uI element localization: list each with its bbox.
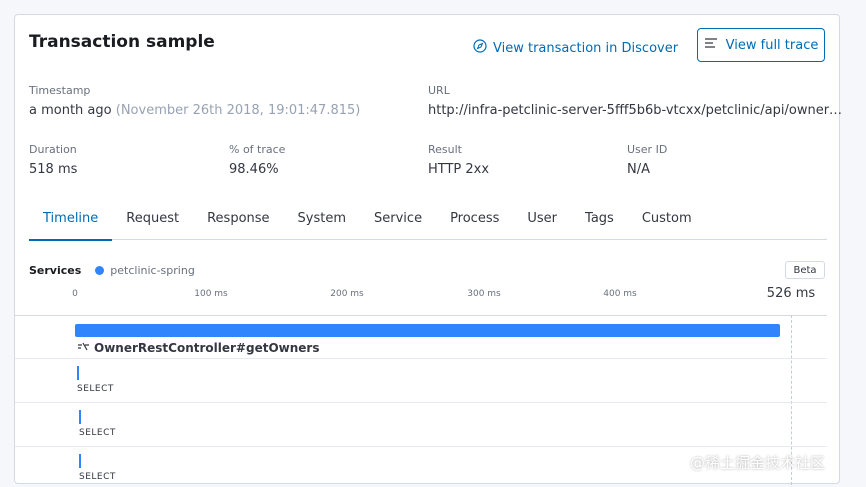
user-id-field: User ID N/A bbox=[627, 143, 667, 177]
result-field: Result HTTP 2xx bbox=[428, 143, 489, 177]
result-value: HTTP 2xx bbox=[428, 162, 490, 177]
pct-of-trace-field: % of trace 98.46% bbox=[229, 143, 285, 177]
span-name-select-3: SELECT bbox=[79, 472, 116, 482]
beta-badge: Beta bbox=[785, 261, 825, 279]
detail-tabs: Timeline Request Response System Service… bbox=[29, 203, 827, 241]
pct-of-trace-value: 98.46% bbox=[229, 162, 279, 177]
axis-tick: 400 ms bbox=[603, 289, 637, 299]
axis-tick: 200 ms bbox=[330, 289, 364, 299]
url-value: http://infra-petclinic-server-5fff5b6b-v… bbox=[428, 103, 843, 118]
pct-of-trace-label: % of trace bbox=[229, 143, 286, 156]
duration-field: Duration 518 ms bbox=[29, 143, 77, 177]
span-name-select-2: SELECT bbox=[79, 428, 116, 438]
span-service-icon bbox=[77, 341, 90, 355]
services-legend: Services petclinic-spring bbox=[29, 264, 195, 277]
timestamp-relative: a month ago bbox=[29, 103, 112, 118]
list-icon bbox=[704, 37, 718, 53]
span-bar-select-1[interactable] bbox=[77, 366, 79, 380]
timestamp-label: Timestamp bbox=[29, 84, 91, 97]
tab-response[interactable]: Response bbox=[193, 203, 283, 239]
view-full-trace-button[interactable]: View full trace bbox=[697, 28, 825, 62]
axis-tick: 100 ms bbox=[194, 289, 228, 299]
services-label: Services bbox=[29, 264, 82, 277]
timeline-row-select-1[interactable]: SELECT bbox=[15, 359, 827, 403]
timestamp-value-line: a month ago (November 26th 2018, 19:01:4… bbox=[29, 103, 360, 118]
span-bar-select-2[interactable] bbox=[79, 410, 81, 424]
tab-tags[interactable]: Tags bbox=[571, 203, 628, 239]
service-name: petclinic-spring bbox=[110, 264, 195, 277]
timestamp-absolute: (November 26th 2018, 19:01:47.815) bbox=[115, 103, 361, 118]
view-in-discover-link[interactable]: View transaction in Discover bbox=[473, 39, 678, 57]
result-label: Result bbox=[428, 143, 462, 156]
span-name-main: OwnerRestController#getOwners bbox=[94, 341, 320, 355]
transaction-sample-panel: Transaction sample View transaction in D… bbox=[14, 14, 842, 485]
axis-tick: 0 bbox=[72, 289, 78, 299]
timeline-row-select-2[interactable]: SELECT bbox=[15, 403, 827, 447]
tab-request[interactable]: Request bbox=[112, 203, 193, 239]
timestamp-field: Timestamp a month ago (November 26th 201… bbox=[29, 84, 360, 118]
view-full-trace-label: View full trace bbox=[725, 37, 819, 53]
tab-user[interactable]: User bbox=[513, 203, 571, 239]
watermark-text: @稀土掘金技术社区 bbox=[690, 454, 826, 472]
panel-title: Transaction sample bbox=[29, 32, 215, 52]
view-in-discover-label: View transaction in Discover bbox=[493, 40, 679, 56]
duration-label: Duration bbox=[29, 143, 77, 156]
user-id-label: User ID bbox=[627, 143, 668, 156]
timeline-row-main[interactable]: OwnerRestController#getOwners bbox=[15, 316, 827, 359]
compass-icon bbox=[473, 39, 487, 57]
user-id-value: N/A bbox=[627, 162, 650, 177]
duration-value: 518 ms bbox=[29, 162, 78, 177]
tab-process[interactable]: Process bbox=[436, 203, 513, 239]
span-bar-main[interactable] bbox=[75, 324, 780, 337]
tab-system[interactable]: System bbox=[284, 203, 360, 239]
tab-service[interactable]: Service bbox=[360, 203, 436, 239]
span-name-select-1: SELECT bbox=[77, 384, 114, 394]
url-field: URL http://infra-petclinic-server-5fff5b… bbox=[428, 84, 842, 118]
axis-end-label: 526 ms bbox=[766, 286, 816, 301]
timeline-axis: 0 100 ms 200 ms 300 ms 400 ms 526 ms bbox=[15, 285, 841, 315]
span-label-main: OwnerRestController#getOwners bbox=[77, 341, 319, 355]
tab-timeline[interactable]: Timeline bbox=[29, 203, 113, 241]
tab-custom[interactable]: Custom bbox=[628, 203, 706, 239]
service-color-dot bbox=[95, 266, 105, 275]
url-label: URL bbox=[428, 84, 450, 97]
axis-tick: 300 ms bbox=[467, 289, 501, 299]
span-bar-select-3[interactable] bbox=[79, 454, 81, 468]
